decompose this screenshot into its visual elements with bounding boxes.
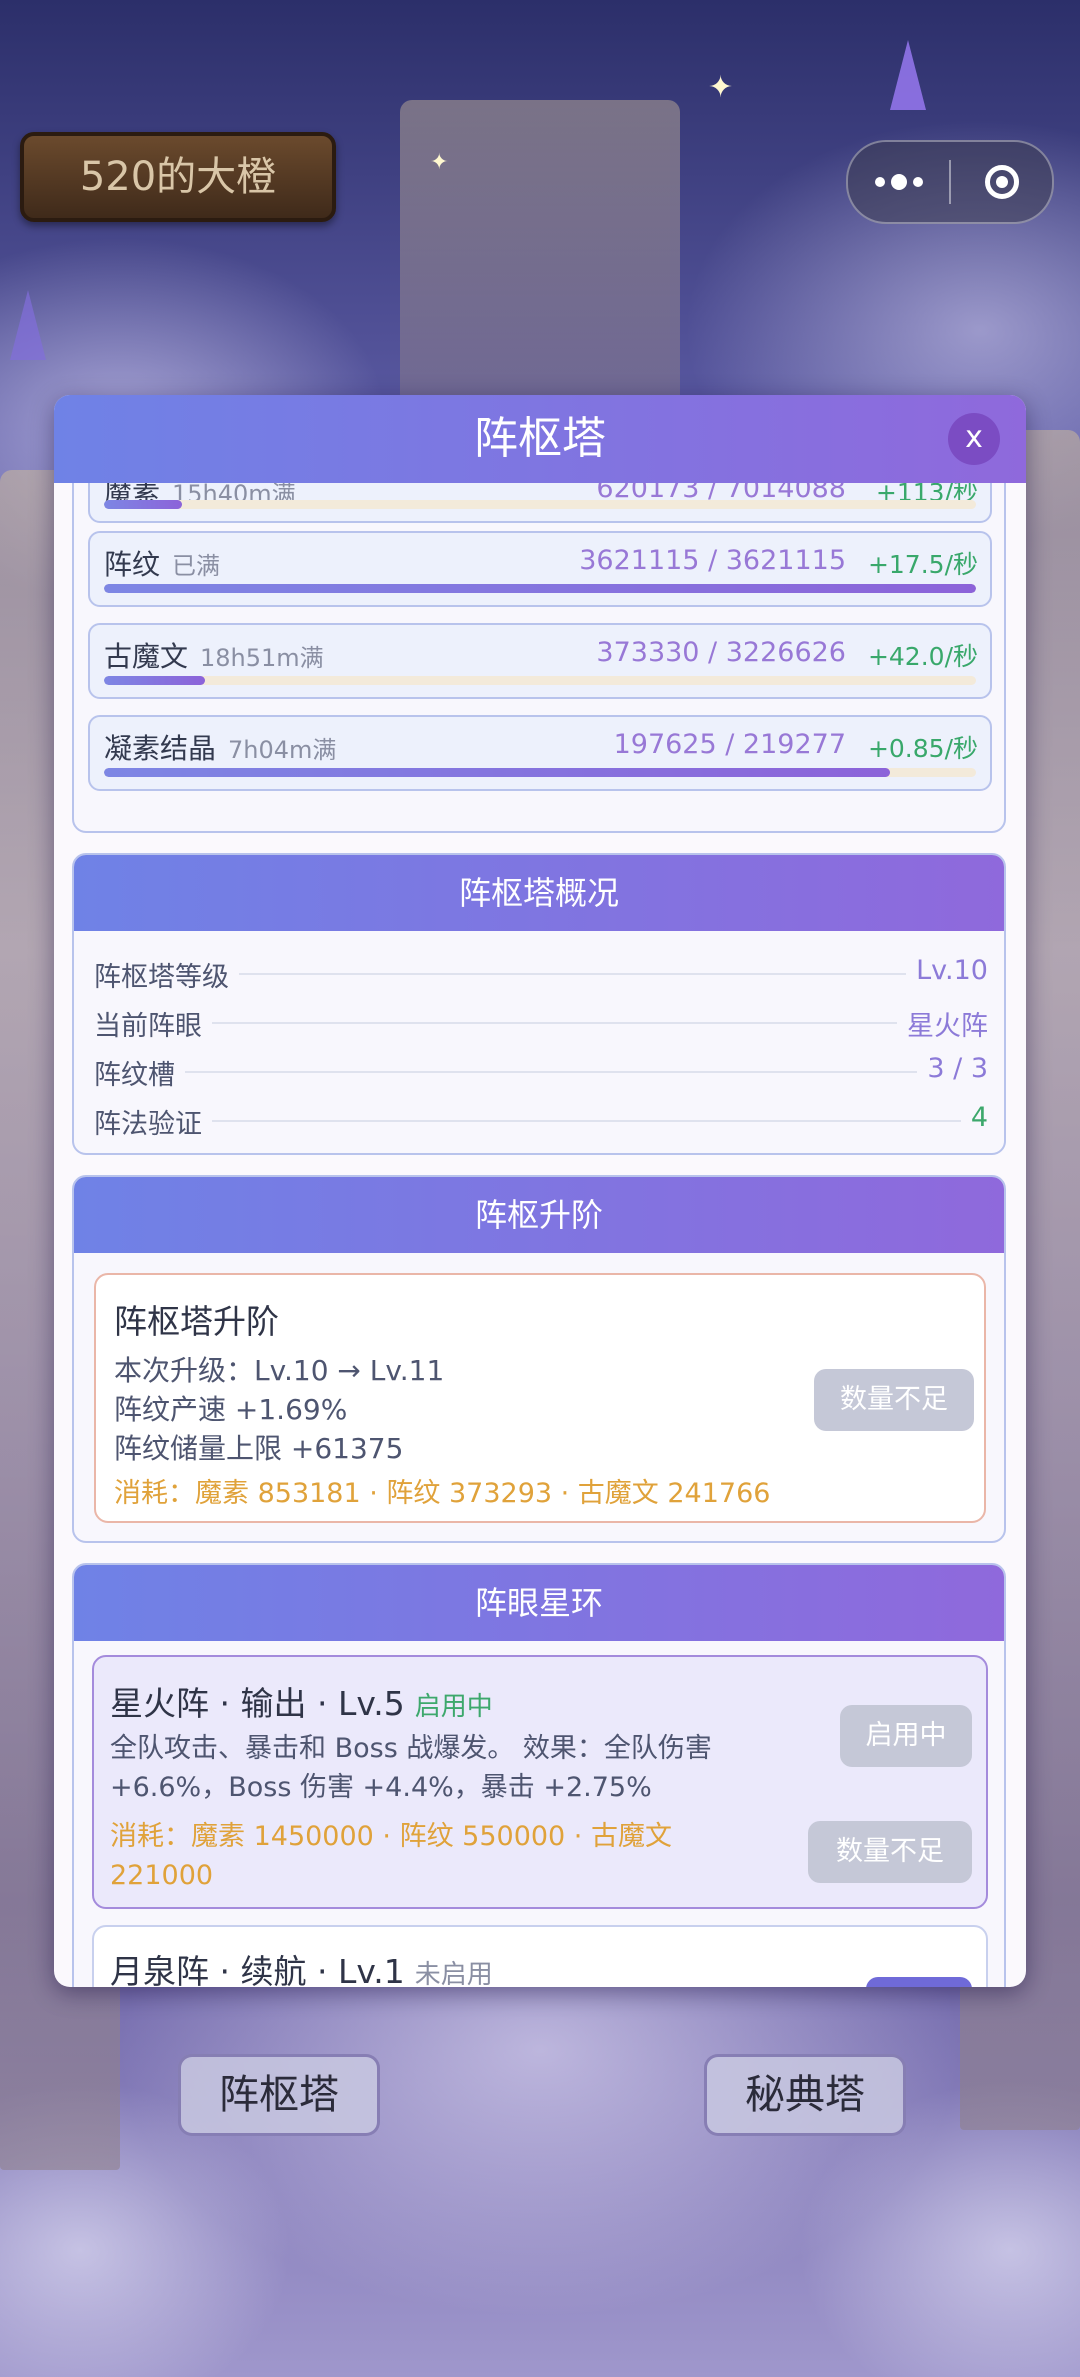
resource-rate: +17.5/秒 <box>867 550 978 579</box>
resource-progress-fill <box>104 768 890 777</box>
codex-tower-nav-button[interactable]: 秘典塔 <box>704 2054 906 2136</box>
resource-row: 凝素结晶 7h04m满 197625 / 219277 +0.85/秒 <box>88 715 992 791</box>
resource-progress-fill <box>104 584 976 593</box>
resource-row: 魔素 15h40m满 620173 / 7014088 +113/秒 <box>88 483 992 523</box>
more-button[interactable] <box>848 142 949 222</box>
modal-header: 阵枢塔 x <box>54 395 1026 483</box>
resource-name: 凝素结晶 <box>104 732 217 765</box>
modal-title: 阵枢塔 <box>474 413 606 464</box>
resource-name: 阵纹 <box>104 548 161 581</box>
upgrade-speed-bonus: 阵纹产速 +1.69% <box>114 1393 348 1426</box>
resource-progress-fill <box>104 676 206 685</box>
upgrade-card: 阵枢升阶 阵枢塔升阶 本次升级：Lv.10 → Lv.11 阵纹产速 +1.69… <box>72 1175 1006 1543</box>
resource-progress-fill <box>104 500 183 509</box>
target-icon <box>984 165 1019 199</box>
overview-label: 阵法验证 <box>94 1102 212 1141</box>
overview-card: 阵枢塔概况 阵枢塔等级 Lv.10 当前阵眼 星火阵 阵纹槽 3 / 3 阵法验… <box>72 853 1006 1155</box>
overview-row: 阵枢塔等级 Lv.10 <box>94 947 988 996</box>
upgrade-panel: 阵枢塔升阶 本次升级：Lv.10 → Lv.11 阵纹产速 +1.69% 阵纹储… <box>94 1273 986 1523</box>
resource-row: 阵纹 已满 3621115 / 3621115 +17.5/秒 <box>88 531 992 607</box>
arch-decoration <box>400 100 680 400</box>
ring-item-cost: 消耗：魔素 1450000 · 阵纹 550000 · 古魔文 221000 <box>110 1821 672 1891</box>
star-icon: ✦ <box>430 150 449 175</box>
upgrade-title: 阵枢塔升阶 <box>114 1302 279 1341</box>
resource-amount: 197625 / 219277 <box>613 729 846 760</box>
resource-full-time: 已满 <box>172 552 221 580</box>
ring-item-title: 星火阵 · 输出 · Lv.5 <box>110 1684 405 1723</box>
modal-scroll-body[interactable]: 魔素 15h40m满 620173 / 7014088 +113/秒 阵纹 已满 3… <box>54 483 1026 1987</box>
star-ring-header: 阵眼星环 <box>74 1565 1004 1641</box>
upgrade-button[interactable]: 数量不足 <box>814 1369 974 1431</box>
overview-row: 阵纹槽 3 / 3 <box>94 1045 988 1094</box>
mini-program-capsule <box>846 140 1054 224</box>
more-dots-icon <box>874 174 923 190</box>
dotted-leader <box>94 1071 988 1073</box>
tower-nav-button[interactable]: 阵枢塔 <box>178 2054 380 2136</box>
crystal-icon <box>10 290 46 360</box>
ring-status-tag: 未启用 <box>414 1960 493 1987</box>
resource-progress-bar <box>104 768 976 777</box>
upgrade-cost: 消耗：魔素 853181 · 阵纹 373293 · 古魔文 241766 <box>114 1478 771 1509</box>
overview-row: 当前阵眼 星火阵 <box>94 996 988 1045</box>
ring-item-inactive: 月泉阵 · 续航 · Lv.1 未启用 <box>92 1925 988 1987</box>
resource-rate: +42.0/秒 <box>867 642 978 671</box>
overview-value: 3 / 3 <box>917 1053 988 1084</box>
close-miniprogram-button[interactable] <box>951 142 1052 222</box>
dotted-leader <box>94 1120 988 1122</box>
overview-label: 阵纹槽 <box>94 1053 185 1092</box>
resource-rate: +0.85/秒 <box>867 734 978 763</box>
activate-button[interactable]: 启用中 <box>840 1705 972 1767</box>
overview-value: 4 <box>960 1102 988 1133</box>
overview-row: 阵法验证 4 <box>94 1094 988 1143</box>
tower-modal: 阵枢塔 x 魔素 15h40m满 620173 / 7014088 +113/秒 … <box>54 395 1026 1987</box>
crystal-icon <box>890 40 926 110</box>
upgrade-capacity-bonus: 阵纹储量上限 +61375 <box>114 1432 404 1465</box>
resource-progress-bar <box>104 584 976 593</box>
resource-progress-bar <box>104 500 976 509</box>
player-nickname-plate[interactable]: 520的大橙 <box>20 132 336 222</box>
star-icon: ✦ <box>708 70 734 105</box>
overview-value: Lv.10 <box>906 955 988 986</box>
resource-name: 古魔文 <box>104 640 189 673</box>
close-button[interactable]: x <box>948 413 1000 465</box>
ring-item-active: 星火阵 · 输出 · Lv.5 启用中 全队攻击、暴击和 Boss 战爆发。 效果… <box>92 1655 988 1909</box>
upgrade-header: 阵枢升阶 <box>74 1177 1004 1253</box>
ring-item-title: 月泉阵 · 续航 · Lv.1 <box>110 1952 405 1987</box>
resource-progress-bar <box>104 676 976 685</box>
overview-header: 阵枢塔概况 <box>74 855 1004 931</box>
resource-full-time: 7h04m满 <box>228 736 337 764</box>
overview-value: 星火阵 <box>897 1004 988 1043</box>
ring-status-tag: 启用中 <box>414 1692 493 1722</box>
resource-amount: 3621115 / 3621115 <box>579 545 846 576</box>
resource-amount: 373330 / 3226626 <box>596 637 846 668</box>
star-ring-card: 阵眼星环 星火阵 · 输出 · Lv.5 启用中 全队攻击、暴击和 Boss 战爆… <box>72 1563 1006 1987</box>
upgrade-level-change: 本次升级：Lv.10 → Lv.11 <box>114 1354 445 1387</box>
resource-full-time: 18h51m满 <box>200 644 324 672</box>
ring-upgrade-button[interactable]: 数量不足 <box>808 1821 972 1883</box>
ring-item-description: 全队攻击、暴击和 Boss 战爆发。 效果：全队伤害 +6.6%，Boss 伤害… <box>110 1733 712 1803</box>
overview-label: 当前阵眼 <box>94 1004 212 1043</box>
activate-button[interactable] <box>866 1977 972 1987</box>
resource-row: 古魔文 18h51m满 373330 / 3226626 +42.0/秒 <box>88 623 992 699</box>
overview-label: 阵枢塔等级 <box>94 955 239 994</box>
dotted-leader <box>94 1022 988 1024</box>
